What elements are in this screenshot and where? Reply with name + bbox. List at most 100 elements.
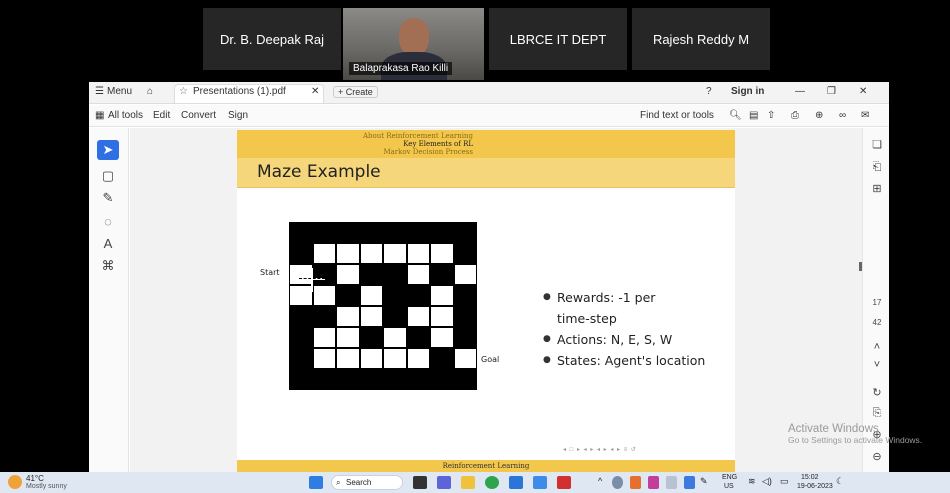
convert-button[interactable]: Convert [181,110,216,121]
edge-icon[interactable] [533,476,547,489]
grid-icon[interactable]: ▦ [95,110,104,121]
battery-icon[interactable]: ▭ [780,476,789,487]
all-tools-button[interactable]: All tools [108,110,143,121]
nav-section-active[interactable]: Key Elements of RL [403,140,473,148]
maze-open-cell [431,286,453,305]
task-view-icon[interactable] [413,476,427,489]
tray-app-icon[interactable] [648,476,659,489]
find-tools-field[interactable]: Find text or tools [640,110,714,121]
sign-in-button[interactable]: Sign in [731,86,764,97]
slide-page: About Reinforcement Learning Key Element… [237,130,735,472]
maze-open-cell [290,265,312,284]
home-icon[interactable]: ⌂ [147,86,153,97]
tray-app-icon[interactable] [630,476,641,489]
participant-tile[interactable]: Dr. B. Deepak Raj [203,8,341,70]
thumbnail-icon[interactable]: ▤ [749,110,758,121]
comments-icon[interactable]: ❏ [867,136,887,154]
print-icon[interactable]: ⎙ [791,110,799,121]
bluetooth-icon[interactable] [684,476,695,489]
slide-title: Maze Example [257,162,381,182]
comment-icon[interactable]: ▢ [97,166,119,186]
file-explorer-icon[interactable] [461,476,475,489]
acrobat-icon[interactable] [557,476,571,489]
language-code[interactable]: ENG [722,474,737,481]
start-icon[interactable] [309,476,323,489]
bookmarks-icon[interactable]: ⎗ [867,158,887,176]
maze-open-cell [360,286,382,305]
nav-section[interactable]: About Reinforcement Learning [363,132,473,140]
maze-open-cell [290,286,312,305]
meet-app-icon[interactable] [437,476,451,489]
share-icon[interactable]: ⊕ [815,110,823,121]
chevron-up-icon[interactable]: ˄ [867,338,887,356]
search-label: Search [346,478,372,487]
menu-label[interactable]: Menu [107,86,132,97]
chevron-down-icon[interactable]: ˅ [867,356,887,374]
save-icon[interactable]: ⎘ [867,404,887,422]
nav-section[interactable]: Markov Decision Process [383,148,473,156]
close-window-icon[interactable]: ✕ [859,86,867,97]
tab-title: Presentations (1).pdf [193,86,286,97]
create-label: Create [345,87,373,97]
close-tab-icon[interactable]: ✕ [311,86,319,97]
maze-open-cell [313,286,335,305]
taskbar-search[interactable]: ⌕ Search [331,475,403,490]
edit-button[interactable]: Edit [153,110,170,121]
pen-tray-icon[interactable]: ✎ [700,476,708,487]
minimize-icon[interactable]: — [795,86,805,97]
region-code[interactable]: US [724,483,734,490]
mail-icon[interactable]: ✉ [861,110,869,121]
tray-app-icon[interactable] [612,476,623,489]
notification-icon[interactable]: ☾ [836,476,844,487]
weather-desc[interactable]: Mostly sunny [26,483,67,490]
search-icon[interactable]: 🔍︎ [729,110,742,121]
maze-open-cell [313,244,335,263]
participant-tile[interactable]: Rajesh Reddy M [632,8,770,70]
text-box-icon[interactable]: A [97,234,119,254]
maze-open-cell [337,349,359,368]
hamburger-icon[interactable]: ☰ [95,86,104,97]
beamer-nav-symbols[interactable]: ◂ □ ▸ ◂ ▸ ◂ ▸ ◂ ▸ ≡ ↺ [563,446,637,453]
participant-tile[interactable]: LBRCE IT DEPT [489,8,627,70]
select-cursor-icon[interactable]: ➤ [97,140,119,160]
activation-watermark: Activate Windows Go to Settings to activ… [788,423,922,445]
clock-time[interactable]: 15:02 [801,474,819,481]
weather-temp[interactable]: 41°C [26,474,44,483]
maze-open-cell [384,349,406,368]
zoom-out-icon[interactable]: ⊖ [867,448,887,466]
wifi-icon[interactable]: ≋ [748,476,756,487]
refresh-icon[interactable]: ↻ [867,384,887,402]
pages-icon[interactable]: ⊞ [867,180,887,198]
scrollbar-thumb[interactable] [859,262,862,271]
sign-button[interactable]: Sign [228,110,248,121]
start-label: Start [260,268,280,277]
beamer-footer: Reinforcement Learning [237,460,735,472]
upload-icon[interactable]: ⇧ [767,110,775,121]
tray-chevron-icon[interactable]: ^ [598,476,602,486]
lasso-icon[interactable]: ◌ [97,212,119,232]
title-bar: ☰ Menu ⌂ ☆ Presentations (1).pdf ✕ + Cre… [89,82,889,104]
participant-name: Dr. B. Deepak Raj [219,31,325,47]
pen-icon[interactable]: ✎ [97,188,119,208]
chrome-icon[interactable] [485,476,499,489]
link-icon[interactable]: ∞ [839,110,846,121]
cursor-crosshair-vertical [311,268,313,292]
star-icon[interactable]: ☆ [179,86,188,97]
page-total: 42 [872,318,882,327]
toolbar: ▦ All tools Edit Convert Sign Find text … [89,105,889,127]
help-icon[interactable]: ? [706,86,712,97]
volume-icon[interactable]: ◁) [762,476,772,487]
bullet-item: Actions: N, E, S, W [543,329,705,350]
keyboard-icon[interactable] [666,476,677,489]
maze-open-cell [407,265,429,284]
maze-open-cell [384,328,406,347]
mail-app-icon[interactable] [509,476,523,489]
create-button[interactable]: + Create [333,86,378,98]
restore-icon[interactable]: ❐ [827,86,836,97]
stamp-icon[interactable]: ⌘ [97,256,119,276]
clock-date[interactable]: 19-06-2023 [797,483,833,490]
maze-open-cell [407,307,429,326]
weather-icon[interactable] [8,475,22,489]
speaker-video[interactable]: Balaprakasa Rao Killi [343,8,484,80]
page-number: 17 [872,298,882,307]
